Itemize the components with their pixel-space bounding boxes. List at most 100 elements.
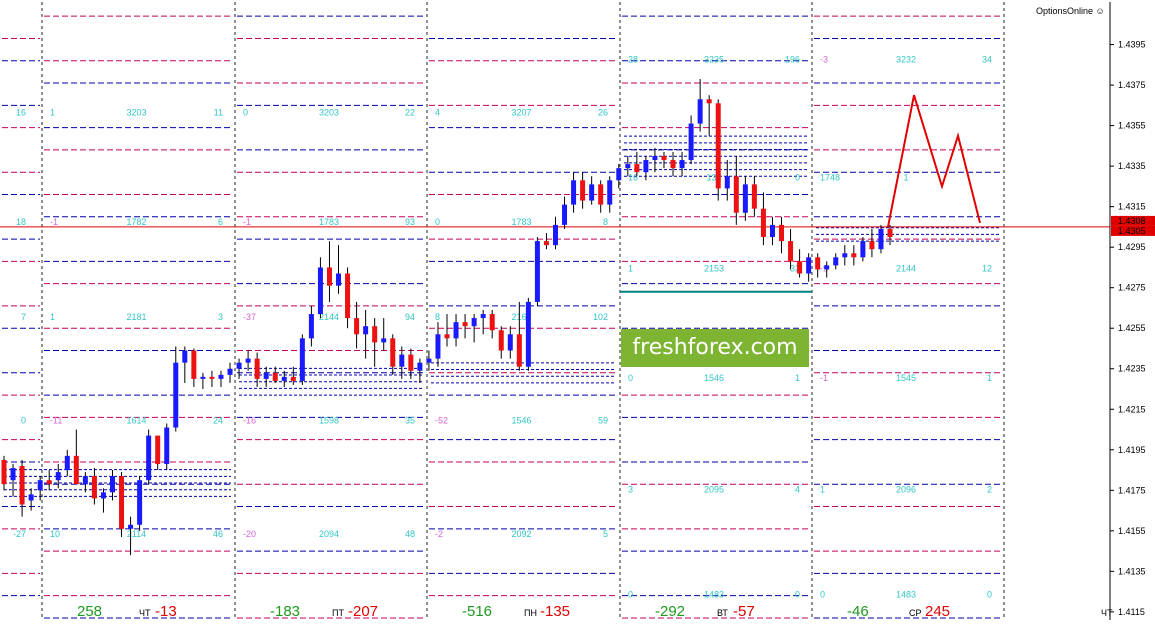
bull-candle	[724, 176, 730, 189]
level-value: -16	[243, 415, 256, 425]
bull-candle	[182, 350, 188, 363]
bull-candle	[616, 168, 622, 181]
level-value: 1483	[704, 590, 724, 600]
level-value: -20	[243, 529, 256, 539]
bear-candle	[91, 476, 97, 499]
bear-candle	[788, 241, 794, 262]
session-left-value: -516	[462, 603, 492, 620]
bull-candle	[769, 224, 775, 238]
bull-candle	[236, 362, 242, 369]
level-value: 1782	[126, 217, 146, 227]
level-value: 12	[982, 263, 992, 273]
price-tick-label: 1.4155	[1118, 526, 1146, 536]
session-left-value: -183	[270, 603, 300, 620]
bull-candle	[806, 257, 812, 274]
price-tick-label: 1.4295	[1118, 242, 1146, 252]
bear-candle	[462, 322, 468, 327]
session-day-label: ЧТ	[139, 608, 151, 618]
bear-candle	[733, 176, 739, 213]
session-left-value: -292	[655, 603, 685, 620]
bull-candle	[824, 265, 830, 270]
level-value: 28	[628, 55, 638, 65]
bear-candle	[797, 261, 803, 274]
bull-candle	[607, 180, 613, 205]
level-value: 1	[795, 373, 800, 383]
forecast-path	[887, 94, 981, 228]
bull-candle	[381, 338, 387, 343]
bull-candle	[652, 155, 658, 161]
bear-candle	[489, 314, 495, 331]
bear-candle	[408, 354, 414, 371]
bull-candle	[471, 318, 477, 327]
price-tick-label: 1.4175	[1118, 485, 1146, 495]
price-tick-label: 1.4195	[1118, 445, 1146, 455]
level-value: 0	[243, 107, 248, 117]
bear-candle	[1, 459, 7, 485]
level-value: -27	[13, 529, 26, 539]
bear-candle	[19, 466, 25, 505]
level-value: 11	[214, 107, 223, 117]
level-value: 6	[218, 217, 223, 227]
bull-candle	[336, 273, 342, 286]
level-value: 1	[628, 263, 633, 273]
freshforex-logo[interactable]: freshforex.com	[621, 329, 809, 367]
level-value: 1546	[511, 415, 531, 425]
bear-candle	[706, 99, 712, 104]
bull-candle	[697, 99, 703, 124]
session-day-label: СР	[909, 608, 922, 618]
bear-candle	[46, 480, 52, 485]
bull-candle	[679, 160, 685, 169]
bull-candle	[453, 322, 459, 339]
level-lines	[0, 15, 1110, 619]
bull-candle	[218, 374, 224, 379]
level-value: 59	[598, 415, 608, 425]
bull-candle	[299, 338, 305, 381]
bull-candle	[571, 180, 577, 205]
level-value: 48	[405, 529, 415, 539]
price-tick-label: 1.4335	[1118, 161, 1146, 171]
bull-candle	[878, 228, 884, 250]
level-value: 18	[16, 217, 26, 227]
bull-candle	[146, 435, 152, 481]
session-day-label: ВТ	[717, 608, 728, 618]
level-value: 2144	[896, 263, 916, 273]
price-axis: 1.4395 1.4375 1.4355 1.4335 1.4315 1.4295 1.42…	[1109, 0, 1155, 624]
bull-candle	[100, 492, 106, 499]
session-day-label: ЧТ	[1101, 608, 1113, 618]
price-tick-label: 1.4315	[1118, 202, 1146, 212]
level-value: 3235	[704, 55, 724, 65]
bull-candle	[10, 468, 16, 481]
level-value: 35	[405, 415, 415, 425]
session-right-value: -57	[733, 603, 755, 620]
price-tick-label: 1.4375	[1118, 80, 1146, 90]
price-tick-label: 1.4255	[1118, 323, 1146, 333]
level-value: 16	[16, 107, 26, 117]
bull-candle	[534, 241, 540, 302]
session-footer: 258 ЧТ -13 -183 ПТ -207 -516 ПН -135 -292 ВТ -57 -46…	[77, 603, 1113, 620]
bear-candle	[634, 164, 640, 173]
level-value: 3232	[896, 55, 916, 65]
level-value: 3207	[511, 107, 531, 117]
level-value: 1	[820, 484, 825, 494]
level-value: -3	[820, 55, 828, 65]
chart-grid	[41, 2, 1005, 620]
current-price-label: 1.4305	[1118, 226, 1146, 236]
price-tick-label: 1.4235	[1118, 364, 1146, 374]
bear-candle	[715, 103, 721, 189]
bear-candle	[390, 338, 396, 367]
level-value: 8	[435, 312, 440, 322]
options-online-watermark: OptionsOnline ☺	[1036, 6, 1105, 16]
bear-candle	[661, 155, 667, 161]
bull-candle	[28, 494, 34, 501]
session-right-value: -135	[540, 603, 570, 620]
bull-candle	[688, 123, 694, 161]
bull-candle	[562, 204, 568, 225]
bull-candle	[37, 480, 43, 491]
bull-candle	[507, 334, 513, 351]
bear-candle	[580, 180, 586, 201]
level-value: 26	[598, 107, 608, 117]
level-value: 1	[903, 172, 908, 182]
level-value: 4	[795, 484, 800, 494]
level-value: 2	[987, 484, 992, 494]
bear-candle	[498, 330, 504, 351]
